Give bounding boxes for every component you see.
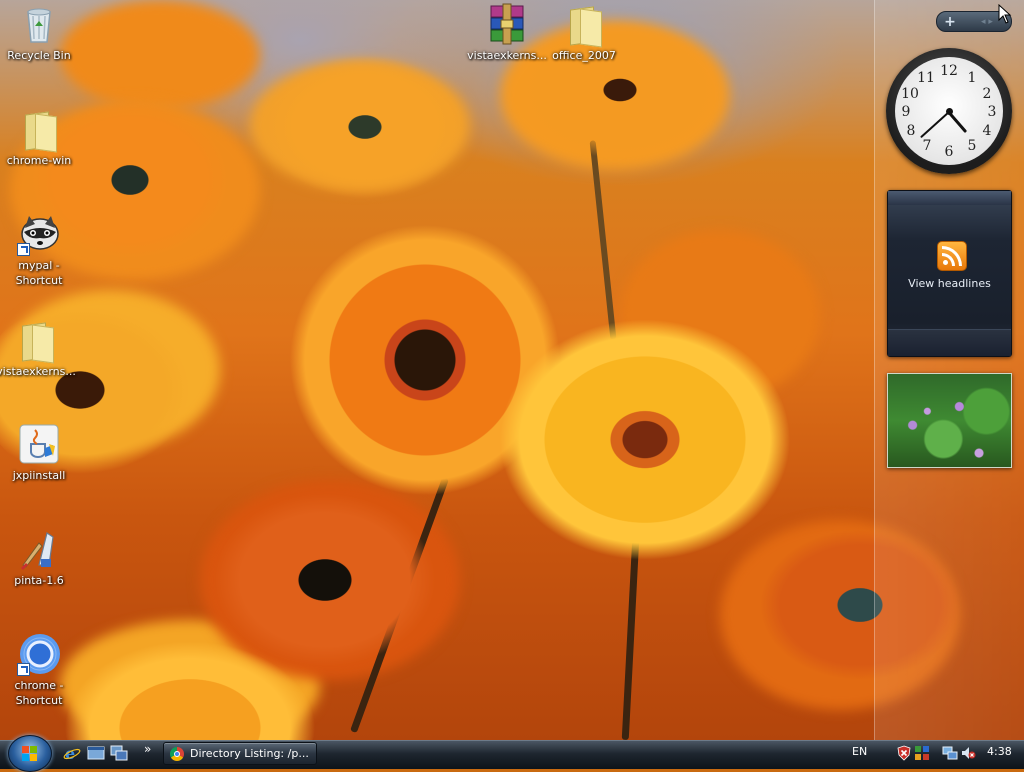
desktop-icon-mypal-shortcut[interactable]: mypal - Shortcut	[0, 212, 79, 288]
add-gadget-button[interactable]: +	[937, 14, 963, 30]
system-clock-time[interactable]: 4:38	[987, 745, 1012, 758]
clock-number: 10	[901, 86, 919, 102]
paint-tube-icon	[17, 527, 61, 571]
desktop-icon-office-2007[interactable]: office_2007	[544, 2, 624, 63]
raccoon-icon	[17, 212, 61, 256]
feed-headlines-gadget[interactable]: View headlines	[887, 190, 1012, 357]
clock-number: 12	[940, 63, 958, 79]
desktop-icon-label: chrome - Shortcut	[14, 679, 64, 707]
view-headlines-link[interactable]: View headlines	[888, 277, 1011, 290]
desktop-icon-label: vistaexkerns...	[467, 49, 547, 62]
desktop-icon-vistaexkerns-archive[interactable]: vistaexkerns...	[467, 2, 547, 63]
desktop-icon-label: office_2007	[552, 49, 616, 62]
desktop-icon-jxpiinstall[interactable]: jxpiinstall	[0, 422, 79, 483]
clock-number: 4	[982, 123, 992, 139]
desktop-wallpaper	[0, 0, 1024, 740]
clock-gadget[interactable]: 12 1 2 3 4 5 6 7 8 9 10 11	[886, 48, 1012, 174]
clock-center-pin	[946, 108, 953, 115]
clock-number: 7	[922, 138, 932, 154]
language-indicator[interactable]: EN	[852, 745, 867, 758]
wallpaper-flower	[260, 55, 470, 205]
show-desktop-icon[interactable]	[87, 745, 105, 761]
chrome-icon	[17, 632, 61, 676]
clock-number: 1	[967, 70, 977, 86]
flower-stem	[589, 140, 617, 340]
taskbar-button-label: Directory Listing: /p...	[190, 747, 309, 760]
slideshow-gadget[interactable]	[887, 373, 1012, 468]
volume-muted-icon[interactable]	[960, 745, 976, 761]
switch-windows-icon[interactable]	[110, 745, 128, 761]
mouse-cursor-icon	[998, 4, 1012, 24]
clock-number: 5	[967, 138, 977, 154]
folder-icon	[562, 2, 606, 48]
clock-number: 6	[944, 144, 954, 160]
shortcut-arrow-icon	[17, 243, 30, 256]
desktop-icon-label: Recycle Bin	[7, 49, 71, 62]
desktop-icon-pinta[interactable]: pinta-1.6	[0, 527, 79, 588]
network-icon[interactable]	[942, 745, 958, 761]
taskbar-button-directory-listing[interactable]: Directory Listing: /p...	[163, 742, 317, 765]
wallpaper-flower	[60, 0, 260, 110]
windows-logo-icon	[22, 746, 38, 761]
security-alert-icon[interactable]	[896, 745, 912, 761]
internet-explorer-icon[interactable]: e	[63, 745, 81, 761]
chrome-icon	[170, 746, 184, 761]
desktop-icon-label: mypal - Shortcut	[15, 259, 63, 287]
clock-number: 11	[917, 70, 935, 86]
feed-gadget-header	[888, 191, 1011, 205]
rss-feed-icon	[937, 241, 967, 271]
desktop-icon-recycle-bin[interactable]: Recycle Bin	[0, 2, 79, 63]
clock-number: 9	[901, 104, 911, 120]
shortcut-arrow-icon	[17, 663, 30, 676]
desktop-icon-label: chrome-win	[6, 154, 72, 167]
clock-number: 2	[982, 86, 992, 102]
feed-gadget-footer	[888, 329, 1011, 356]
clock-number: 3	[987, 104, 997, 120]
desktop-icon-vistaexkerns[interactable]: vistaexkerns...	[0, 318, 76, 379]
folder-icon	[17, 107, 61, 153]
start-button[interactable]	[8, 735, 52, 772]
clock-number: 8	[906, 123, 916, 139]
winrar-archive-icon	[485, 2, 529, 46]
recycle-bin-icon	[17, 2, 61, 46]
desktop-icon-chrome-shortcut[interactable]: chrome - Shortcut	[0, 632, 79, 708]
desktop-icon-label: jxpiinstall	[12, 469, 66, 482]
quick-launch-overflow-button[interactable]: »	[144, 742, 151, 756]
windows-update-icon[interactable]	[914, 745, 930, 761]
desktop-icon-label: pinta-1.6	[14, 574, 64, 587]
folder-icon	[14, 318, 58, 364]
java-installer-icon	[17, 422, 61, 466]
desktop-icon-chrome-win[interactable]: chrome-win	[0, 107, 79, 168]
taskbar	[0, 740, 1024, 769]
desktop-icon-label: vistaexkerns...	[0, 365, 76, 378]
wallpaper-flower-main	[500, 310, 790, 580]
